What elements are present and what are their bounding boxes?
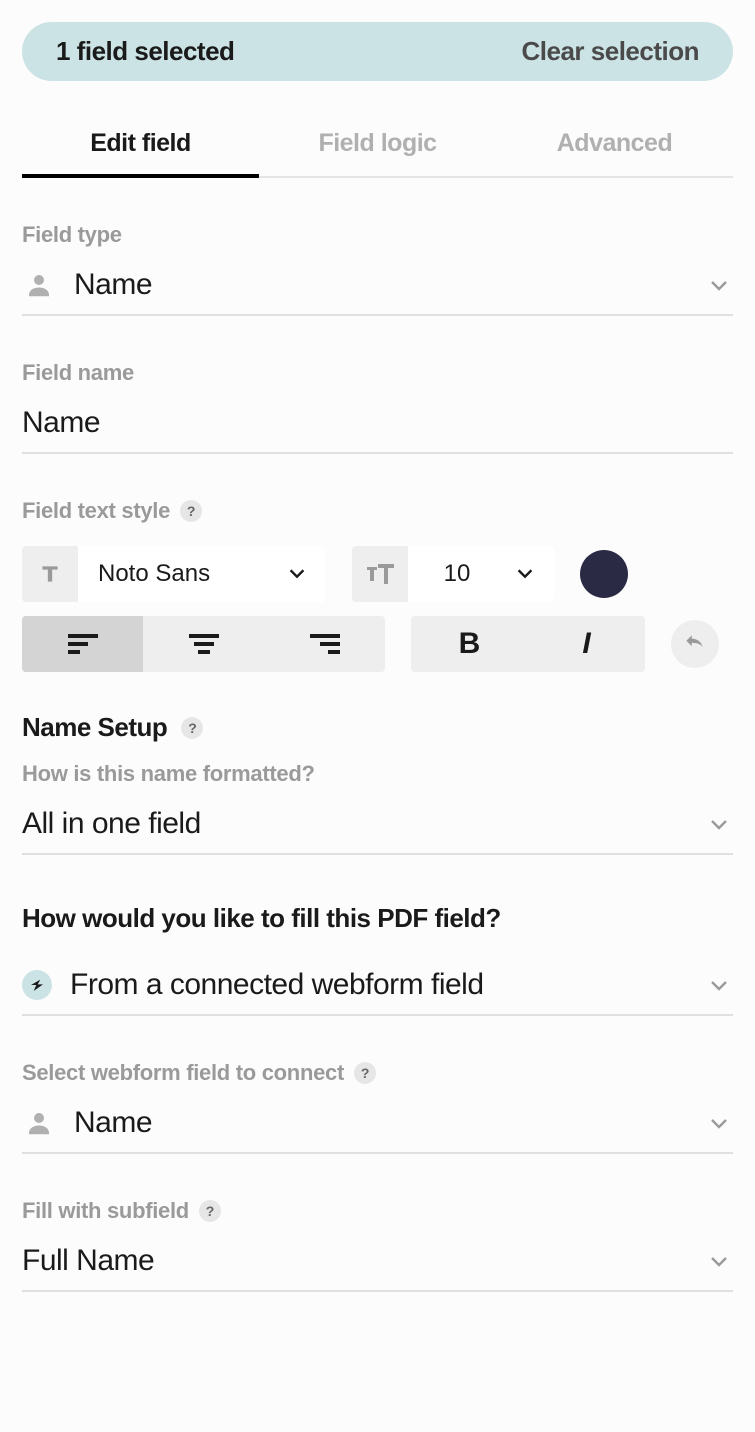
webform-field-select[interactable]: Name (22, 1094, 733, 1154)
help-icon[interactable]: ? (180, 500, 202, 522)
chevron-down-icon (707, 1111, 731, 1135)
field-type-select[interactable]: Name (22, 256, 733, 316)
clear-selection-button[interactable]: Clear selection (522, 36, 699, 67)
fill-source-select[interactable]: From a connected webform field (22, 956, 733, 1016)
webform-field-label-text: Select webform field to connect (22, 1060, 344, 1086)
name-setup-heading: Name Setup ? (22, 712, 733, 743)
name-format-select[interactable]: All in one field (22, 795, 733, 855)
field-type-label: Field type (22, 222, 733, 248)
subfield-select[interactable]: Full Name (22, 1232, 733, 1292)
undo-icon (682, 631, 708, 657)
chevron-down-icon (707, 1249, 731, 1273)
name-format-value: All in one field (22, 807, 689, 841)
chevron-down-icon (514, 562, 538, 586)
font-family-control: Noto Sans (22, 546, 326, 602)
webform-field-value: Name (74, 1106, 689, 1140)
chevron-down-icon (707, 812, 731, 836)
italic-icon: I (582, 627, 590, 661)
text-color-swatch[interactable] (580, 550, 628, 598)
text-align-group (22, 616, 385, 672)
help-icon[interactable]: ? (199, 1200, 221, 1222)
chevron-down-icon (286, 562, 310, 586)
field-name-input[interactable]: Name (22, 394, 733, 454)
webform-icon (22, 970, 52, 1000)
tab-advanced[interactable]: Advanced (496, 111, 733, 176)
font-size-value: 10 (428, 560, 486, 588)
tabs: Edit field Field logic Advanced (22, 111, 733, 178)
italic-button[interactable]: I (528, 616, 645, 672)
font-size-icon (352, 546, 408, 602)
fill-method-heading: How would you like to fill this PDF fiel… (22, 903, 733, 934)
text-format-group: B I (411, 616, 645, 672)
field-name-label: Field name (22, 360, 733, 386)
subfield-label: Fill with subfield ? (22, 1198, 733, 1224)
reset-style-button[interactable] (671, 620, 719, 668)
bold-icon: B (459, 627, 481, 661)
font-icon (22, 546, 78, 602)
field-name-value: Name (22, 406, 731, 440)
chevron-down-icon (707, 273, 731, 297)
font-size-control: 10 (352, 546, 554, 602)
font-family-value: Noto Sans (98, 560, 258, 588)
selection-count: 1 field selected (56, 36, 234, 67)
chevron-down-icon (707, 973, 731, 997)
tab-edit-field[interactable]: Edit field (22, 111, 259, 176)
help-icon[interactable]: ? (181, 717, 203, 739)
field-text-style-label-text: Field text style (22, 498, 170, 524)
name-format-label: How is this name formatted? (22, 761, 733, 787)
align-left-button[interactable] (22, 616, 143, 672)
name-setup-heading-text: Name Setup (22, 712, 167, 743)
webform-field-label: Select webform field to connect ? (22, 1060, 733, 1086)
help-icon[interactable]: ? (354, 1062, 376, 1084)
field-type-value: Name (74, 268, 689, 302)
subfield-label-text: Fill with subfield (22, 1198, 189, 1224)
font-size-select[interactable]: 10 (408, 546, 554, 602)
align-right-button[interactable] (264, 616, 385, 672)
fill-source-value: From a connected webform field (70, 968, 689, 1002)
person-icon (22, 1106, 56, 1140)
subfield-value: Full Name (22, 1244, 689, 1278)
person-icon (22, 268, 56, 302)
selection-banner: 1 field selected Clear selection (22, 22, 733, 81)
bold-button[interactable]: B (411, 616, 528, 672)
field-text-style-label: Field text style ? (22, 498, 733, 524)
font-family-select[interactable]: Noto Sans (78, 546, 326, 602)
tab-field-logic[interactable]: Field logic (259, 111, 496, 176)
align-center-button[interactable] (143, 616, 264, 672)
